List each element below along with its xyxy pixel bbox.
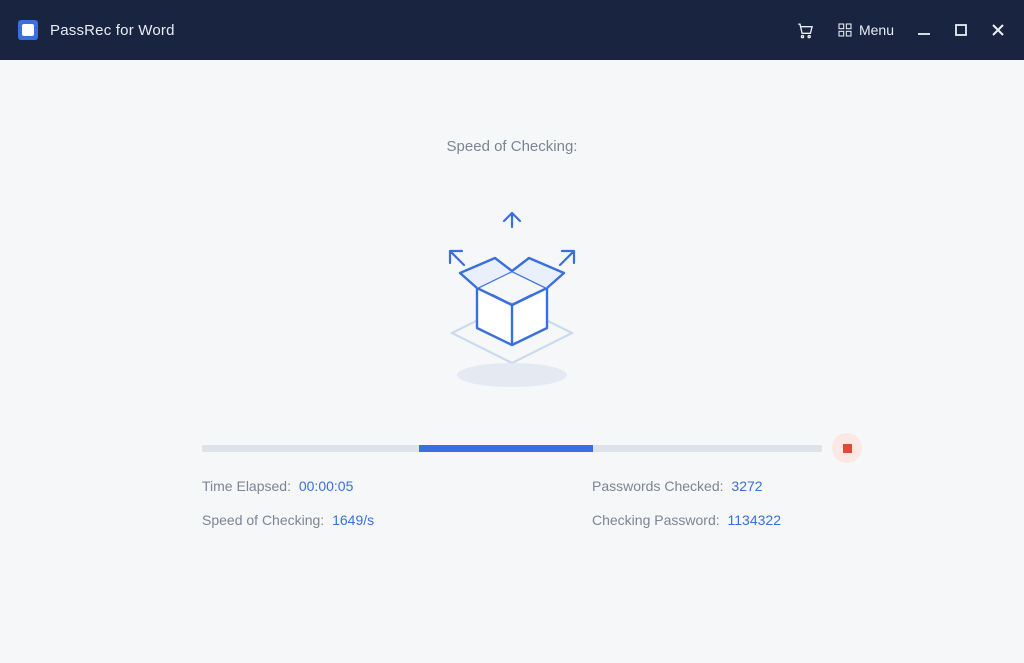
window-controls: Menu bbox=[795, 20, 1006, 40]
menu-button[interactable]: Menu bbox=[837, 22, 894, 38]
app-logo-icon bbox=[18, 20, 38, 40]
box-illustration-icon bbox=[412, 203, 612, 403]
time-elapsed-row: Time Elapsed: 00:00:05 bbox=[202, 478, 512, 494]
minimize-button[interactable] bbox=[916, 22, 932, 38]
illustration-container bbox=[0, 203, 1024, 403]
progress-fill bbox=[419, 445, 593, 452]
checking-password-row: Checking Password: 1134322 bbox=[512, 512, 822, 528]
stop-icon bbox=[843, 444, 852, 453]
title-bar: PassRec for Word Menu bbox=[0, 0, 1024, 60]
passwords-checked-row: Passwords Checked: 3272 bbox=[512, 478, 822, 494]
speed-row: Speed of Checking: 1649/s bbox=[202, 512, 512, 528]
time-elapsed-value: 00:00:05 bbox=[299, 478, 354, 494]
stats-grid: Time Elapsed: 00:00:05 Passwords Checked… bbox=[202, 478, 822, 528]
page-heading: Speed of Checking: bbox=[0, 138, 1024, 155]
menu-label: Menu bbox=[859, 22, 894, 38]
speed-label: Speed of Checking: bbox=[202, 512, 324, 528]
cart-icon[interactable] bbox=[795, 20, 815, 40]
passwords-checked-label: Passwords Checked: bbox=[592, 478, 724, 494]
grid-icon bbox=[837, 22, 853, 38]
progress-bar bbox=[202, 445, 822, 452]
checking-password-value: 1134322 bbox=[728, 512, 781, 528]
passwords-checked-value: 3272 bbox=[731, 478, 762, 494]
time-elapsed-label: Time Elapsed: bbox=[202, 478, 291, 494]
app-title: PassRec for Word bbox=[50, 22, 175, 39]
checking-password-label: Checking Password: bbox=[592, 512, 720, 528]
close-button[interactable] bbox=[990, 22, 1006, 38]
speed-value: 1649/s bbox=[332, 512, 374, 528]
maximize-button[interactable] bbox=[954, 23, 968, 37]
stop-button[interactable] bbox=[832, 433, 862, 463]
progress-area: Time Elapsed: 00:00:05 Passwords Checked… bbox=[202, 445, 822, 528]
main-content: Speed of Checking: bbox=[0, 60, 1024, 528]
